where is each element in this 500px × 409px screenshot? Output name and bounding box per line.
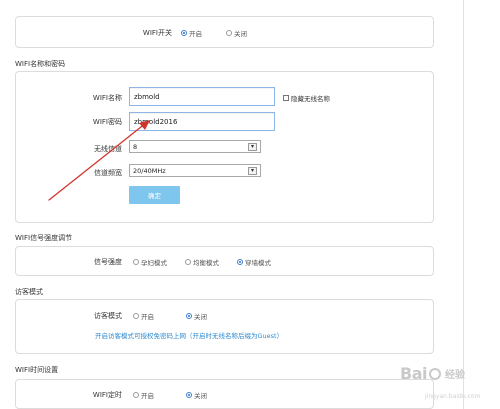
annotation-arrow xyxy=(48,120,150,201)
annotation-arrow-line xyxy=(48,122,147,201)
annotation-arrow-head xyxy=(139,120,150,130)
paw-icon xyxy=(428,367,441,380)
baidu-watermark: Bai 经验 xyxy=(400,364,465,383)
watermark-url: jingyan.baidu.com xyxy=(425,393,481,400)
watermark-brand: Bai xyxy=(400,364,427,383)
watermark-brand2: 经验 xyxy=(444,370,465,381)
